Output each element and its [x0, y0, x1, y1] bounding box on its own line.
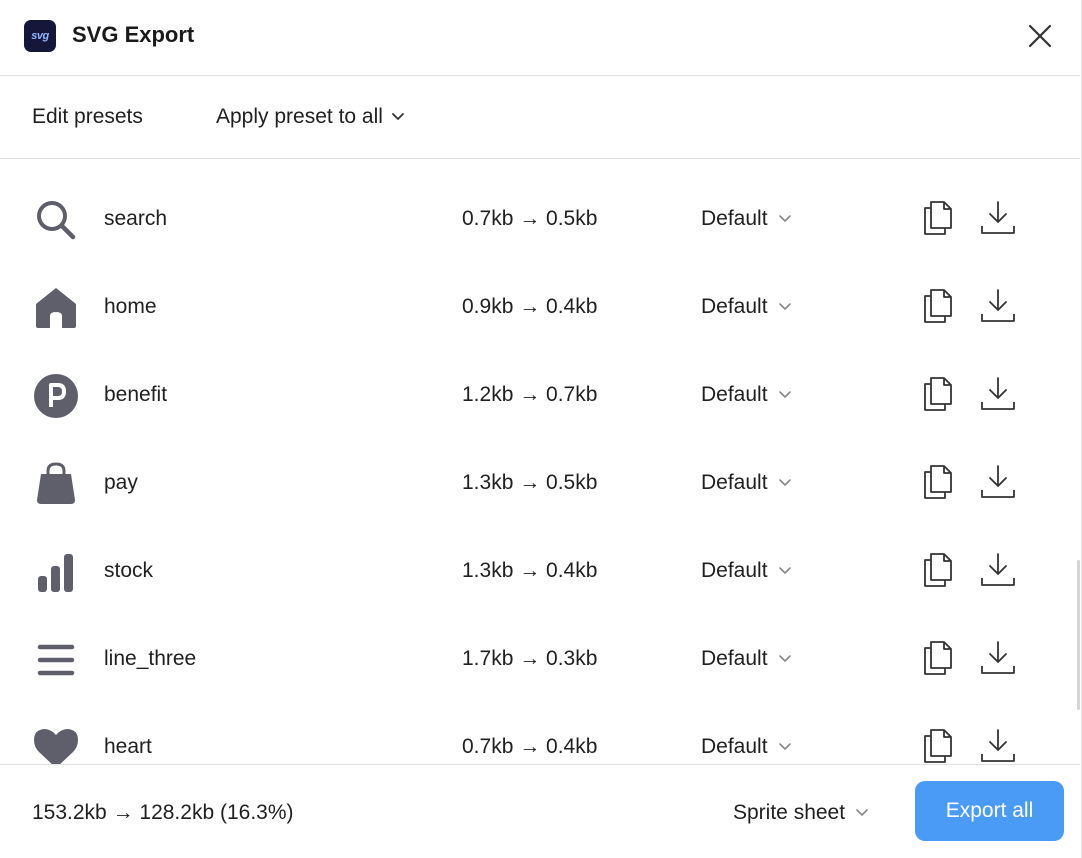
preset-label: Default — [701, 471, 768, 494]
item-size: 1.7kb → 0.3kb — [462, 647, 598, 670]
preset-dropdown[interactable]: Default — [701, 471, 792, 495]
item-size: 1.3kb → 0.4kb — [462, 559, 598, 582]
heart-icon — [34, 729, 78, 764]
svg-export-window: svg SVG Export Edit presets Apply preset… — [0, 0, 1082, 858]
download-icon[interactable] — [978, 550, 1018, 590]
scrollbar[interactable] — [1077, 560, 1080, 710]
item-name: pay — [104, 471, 138, 494]
preset-label: Default — [701, 383, 768, 406]
chevron-down-icon — [392, 113, 404, 120]
preset-dropdown[interactable]: Default — [701, 559, 792, 583]
chevron-down-icon — [856, 809, 868, 816]
title-bar: svg SVG Export — [0, 0, 1080, 76]
copy-icon[interactable] — [920, 638, 956, 678]
item-name: stock — [104, 559, 154, 582]
preset-label: Default — [701, 735, 768, 758]
chevron-down-icon — [778, 743, 791, 750]
download-icon[interactable] — [978, 198, 1018, 238]
app-logo-text: svg — [31, 30, 49, 42]
preset-dropdown[interactable]: Default — [701, 647, 792, 671]
chevron-down-icon — [778, 391, 791, 398]
preset-dropdown[interactable]: Default — [701, 383, 792, 407]
total-size-summary: 153.2kb → 128.2kb (16.3%) — [32, 801, 294, 824]
export-mode-dropdown[interactable]: Sprite sheet — [733, 801, 869, 825]
window-title: SVG Export — [72, 22, 195, 47]
list-item: home 0.9kb → 0.4kb Default — [0, 262, 1080, 350]
item-name: home — [104, 295, 157, 318]
copy-icon[interactable] — [920, 462, 956, 502]
download-icon[interactable] — [978, 286, 1018, 326]
preset-dropdown[interactable]: Default — [701, 295, 792, 319]
item-size: 1.3kb → 0.5kb — [462, 471, 598, 494]
chevron-down-icon — [778, 655, 791, 662]
list-item: line_three 1.7kb → 0.3kb Default — [0, 614, 1080, 702]
edit-presets-label: Edit presets — [32, 105, 143, 128]
export-mode-label: Sprite sheet — [733, 801, 846, 824]
list-item: search 0.7kb → 0.5kb Default — [0, 174, 1080, 262]
item-name: line_three — [104, 647, 197, 670]
copy-icon[interactable] — [920, 374, 956, 414]
export-list: search 0.7kb → 0.5kb Default home 0.9kb — [0, 160, 1080, 764]
preset-label: Default — [701, 647, 768, 670]
shopping-bag-icon — [37, 462, 75, 504]
item-name: search — [104, 207, 168, 230]
edit-presets-button[interactable]: Edit presets — [32, 105, 143, 129]
download-icon[interactable] — [978, 374, 1018, 414]
copy-icon[interactable] — [920, 198, 956, 238]
export-all-button[interactable]: Export all — [915, 781, 1064, 841]
bar-chart-icon — [38, 554, 73, 592]
chevron-down-icon — [778, 215, 791, 222]
copy-icon[interactable] — [920, 726, 956, 764]
list-item: heart 0.7kb → 0.4kb Default — [0, 702, 1080, 764]
download-icon[interactable] — [978, 726, 1018, 764]
preset-label: Default — [701, 295, 768, 318]
chevron-down-icon — [778, 567, 791, 574]
item-name: benefit — [104, 383, 168, 406]
item-size: 0.9kb → 0.4kb — [462, 295, 598, 318]
download-icon[interactable] — [978, 638, 1018, 678]
close-button[interactable] — [1024, 20, 1056, 52]
copy-icon[interactable] — [920, 286, 956, 326]
preset-label: Default — [701, 559, 768, 582]
search-icon — [37, 201, 76, 240]
list-item: benefit 1.2kb → 0.7kb Default — [0, 350, 1080, 438]
preset-dropdown[interactable]: Default — [701, 207, 792, 231]
item-size: 0.7kb → 0.4kb — [462, 735, 598, 758]
list-item: pay 1.3kb → 0.5kb Default — [0, 438, 1080, 526]
apply-preset-dropdown[interactable]: Apply preset to all — [216, 105, 405, 129]
chevron-down-icon — [778, 303, 791, 310]
menu-lines-icon — [37, 644, 75, 676]
app-logo-icon: svg — [24, 20, 56, 52]
item-size: 0.7kb → 0.5kb — [462, 207, 598, 230]
download-icon[interactable] — [978, 462, 1018, 502]
footer: 153.2kb → 128.2kb (16.3%) Sprite sheet E… — [0, 764, 1080, 858]
home-icon — [36, 288, 76, 328]
item-name: heart — [104, 735, 152, 758]
preset-label: Default — [701, 207, 768, 230]
copy-icon[interactable] — [920, 550, 956, 590]
item-size: 1.2kb → 0.7kb — [462, 383, 598, 406]
toolbar: Edit presets Apply preset to all — [0, 77, 1080, 159]
close-icon — [1028, 24, 1052, 48]
preset-dropdown[interactable]: Default — [701, 735, 792, 759]
parking-icon — [34, 374, 78, 418]
list-item: stock 1.3kb → 0.4kb Default — [0, 526, 1080, 614]
apply-preset-label: Apply preset to all — [216, 105, 383, 128]
chevron-down-icon — [778, 479, 791, 486]
